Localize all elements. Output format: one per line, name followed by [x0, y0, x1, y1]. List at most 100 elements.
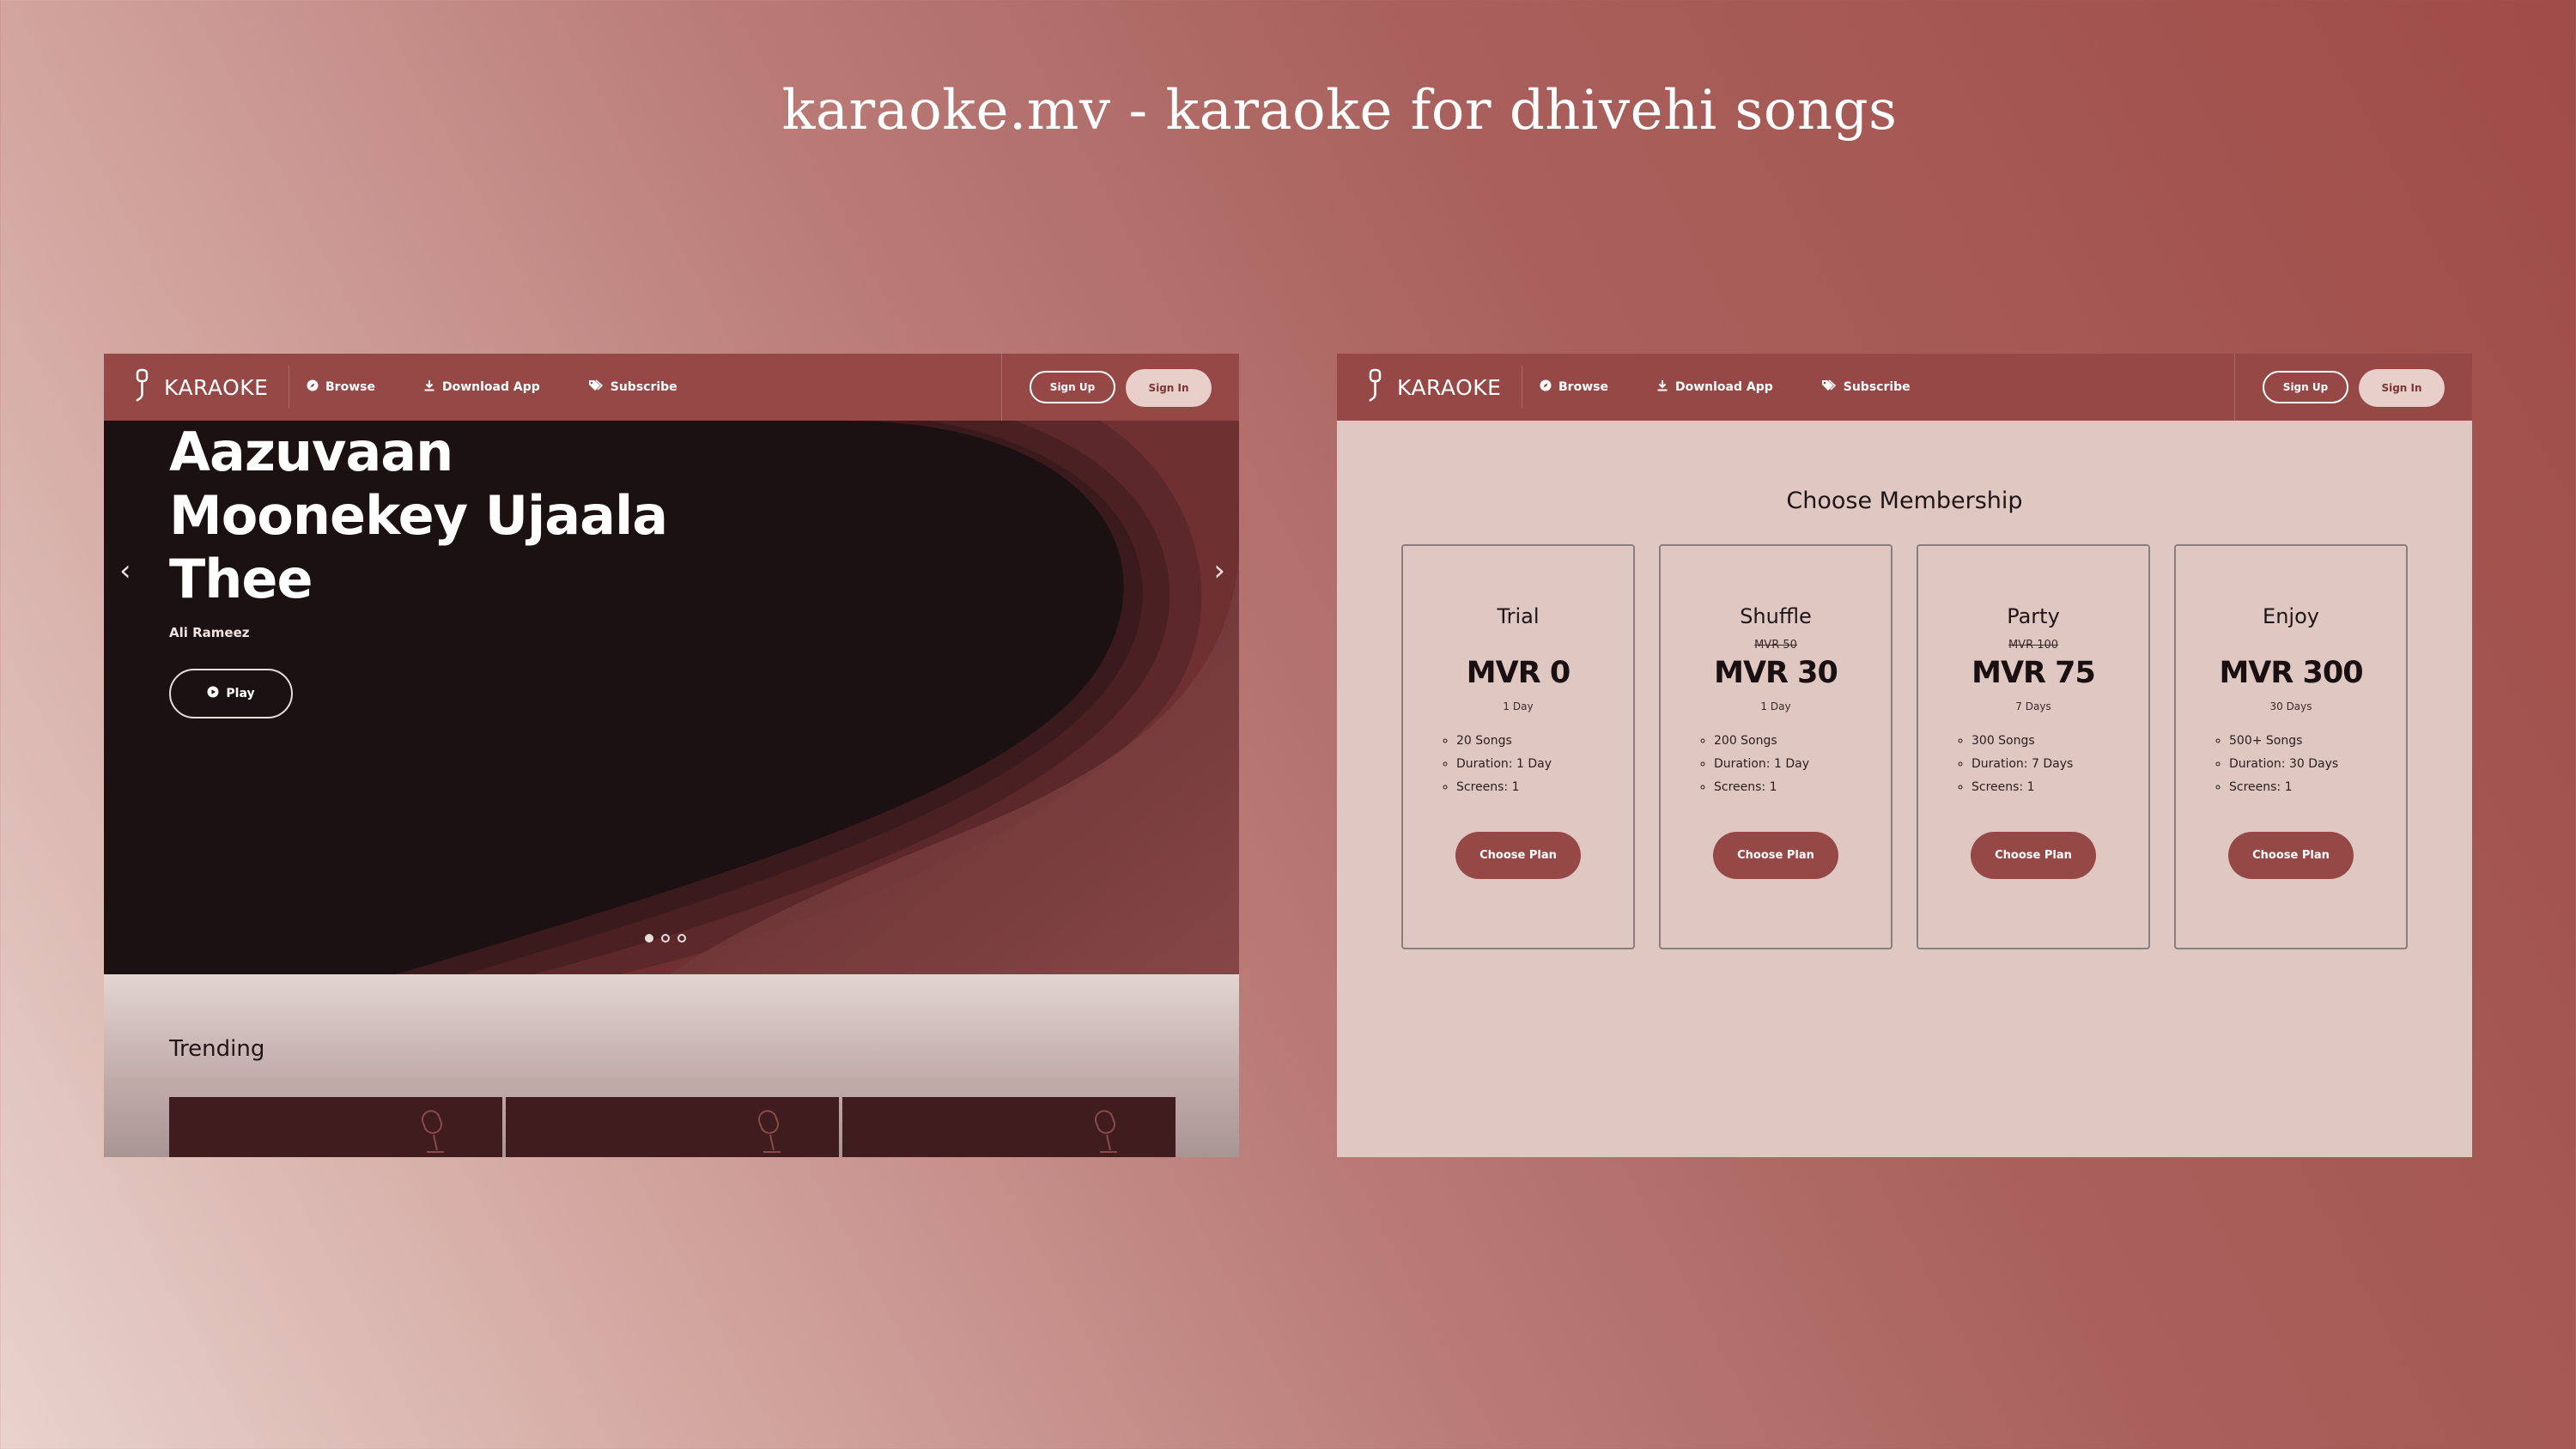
plan-duration: 1 Day [1503, 700, 1534, 712]
plan-feature: Screens: 1 [1971, 776, 2073, 799]
nav-browse-label: Browse [325, 380, 375, 394]
plan-feature: 500+ Songs [2229, 730, 2338, 753]
plan-card-enjoy: Enjoy MVR 300 30 Days 500+ Songs Duratio… [2174, 544, 2408, 949]
plan-feature: 200 Songs [1714, 730, 1809, 753]
tags-icon [588, 379, 604, 395]
nav-subscribe-label: Subscribe [610, 380, 677, 394]
nav-links: Browse Download App Subscribe [307, 354, 677, 421]
play-circle-icon [207, 686, 219, 701]
sign-in-button[interactable]: Sign In [1126, 369, 1212, 407]
song-title-line: Aazuvaan [169, 421, 453, 483]
carousel-dot[interactable] [677, 934, 686, 943]
play-button[interactable]: Play [169, 669, 293, 718]
sign-up-button[interactable]: Sign Up [2263, 371, 2348, 403]
microphone-icon [415, 1107, 449, 1157]
hero-carousel: Aazuvaan Moonekey Ujaala Thee Ali Rameez… [104, 421, 1239, 974]
plan-feature: Duration: 30 Days [2229, 753, 2338, 776]
trending-cards [169, 1097, 1176, 1157]
plan-old-price: MVR 100 [2008, 639, 2059, 652]
home-screen-panel: KARAOKE Browse Download App Subscribe Si… [104, 354, 1239, 1157]
plan-price: MVR 75 [1971, 656, 2096, 690]
sign-in-button[interactable]: Sign In [2359, 369, 2445, 407]
plan-feature: Duration: 1 Day [1714, 753, 1809, 776]
microphone-logo-icon [133, 368, 152, 407]
plan-feature: Screens: 1 [2229, 776, 2338, 799]
membership-title: Choose Membership [1786, 488, 2023, 514]
choose-plan-button[interactable]: Choose Plan [1971, 832, 2096, 879]
song-title: Aazuvaan Moonekey Ujaala Thee [169, 421, 668, 611]
carousel-dot[interactable] [661, 934, 670, 943]
trending-card[interactable] [842, 1097, 1176, 1157]
plan-price: MVR 30 [1714, 656, 1838, 690]
play-label: Play [226, 687, 255, 700]
plan-price: MVR 300 [2219, 656, 2363, 690]
nav-divider [1001, 354, 1002, 421]
nav-browse-link[interactable]: Browse [1540, 379, 1608, 395]
navbar: KARAOKE Browse Download App Subscribe Si… [1337, 354, 2472, 421]
plan-features: 20 Songs Duration: 1 Day Screens: 1 [1427, 730, 1552, 799]
choose-plan-button[interactable]: Choose Plan [1455, 832, 1581, 879]
plan-feature: 300 Songs [1971, 730, 2073, 753]
plan-card-trial: Trial MVR 0 1 Day 20 Songs Duration: 1 D… [1401, 544, 1635, 949]
choose-plan-button[interactable]: Choose Plan [1713, 832, 1838, 879]
carousel-next-button[interactable]: › [1213, 554, 1225, 588]
plan-card-party: Party MVR 100 MVR 75 7 Days 300 Songs Du… [1917, 544, 2150, 949]
plan-name: Enjoy [2263, 604, 2319, 628]
nav-download-app-link[interactable]: Download App [1656, 379, 1773, 395]
compass-icon [1540, 379, 1552, 395]
nav-download-app-label: Download App [1674, 380, 1773, 394]
trending-section: Trending [104, 974, 1239, 1157]
logo[interactable]: KARAOKE [1366, 366, 1523, 409]
choose-plan-button[interactable]: Choose Plan [2228, 832, 2354, 879]
microphone-logo-icon [1366, 368, 1385, 407]
plan-name: Shuffle [1740, 604, 1812, 628]
download-icon [423, 379, 435, 395]
nav-subscribe-label: Subscribe [1843, 380, 1911, 394]
trending-card[interactable] [506, 1097, 839, 1157]
microphone-icon [751, 1107, 786, 1157]
nav-subscribe-link[interactable]: Subscribe [1821, 379, 1911, 395]
song-title-line: Thee [169, 548, 313, 610]
download-icon [1656, 379, 1668, 395]
song-title-line: Moonekey Ujaala [169, 484, 668, 547]
trending-card[interactable] [169, 1097, 502, 1157]
nav-subscribe-link[interactable]: Subscribe [588, 379, 677, 395]
plan-feature: Screens: 1 [1714, 776, 1809, 799]
plan-name: Trial [1497, 604, 1540, 628]
plan-features: 200 Songs Duration: 1 Day Screens: 1 [1685, 730, 1809, 799]
song-artist: Ali Rameez [169, 625, 250, 640]
plan-feature: Screens: 1 [1456, 776, 1552, 799]
trending-title: Trending [169, 1036, 265, 1062]
plan-duration: 7 Days [2015, 700, 2051, 712]
plan-feature: Duration: 1 Day [1456, 753, 1552, 776]
plan-features: 300 Songs Duration: 7 Days Screens: 1 [1942, 730, 2073, 799]
carousel-prev-button[interactable]: ‹ [119, 554, 131, 588]
nav-divider [2234, 354, 2235, 421]
plan-duration: 1 Day [1760, 700, 1791, 712]
nav-download-app-link[interactable]: Download App [423, 379, 540, 395]
tags-icon [1821, 379, 1837, 395]
plan-duration: 30 Days [2269, 700, 2312, 712]
plan-card-shuffle: Shuffle MVR 50 MVR 30 1 Day 200 Songs Du… [1659, 544, 1893, 949]
plan-name: Party [2007, 604, 2060, 628]
page-headline: karaoke.mv - karaoke for dhivehi songs [781, 79, 1898, 142]
nav-browse-link[interactable]: Browse [307, 379, 375, 395]
microphone-icon [1088, 1107, 1122, 1157]
nav-download-app-label: Download App [441, 380, 540, 394]
carousel-indicators [645, 934, 686, 943]
sign-up-button[interactable]: Sign Up [1030, 371, 1115, 403]
plan-price: MVR 0 [1466, 656, 1571, 690]
logo-text: KARAOKE [1397, 374, 1502, 400]
carousel-dot-active[interactable] [645, 934, 653, 943]
logo[interactable]: KARAOKE [133, 366, 290, 409]
plan-feature: Duration: 7 Days [1971, 753, 2073, 776]
nav-browse-label: Browse [1558, 380, 1608, 394]
membership-screen-panel: KARAOKE Browse Download App Subscribe Si… [1337, 354, 2472, 1157]
compass-icon [307, 379, 319, 395]
plan-features: 500+ Songs Duration: 30 Days Screens: 1 [2200, 730, 2338, 799]
plan-feature: 20 Songs [1456, 730, 1552, 753]
nav-links: Browse Download App Subscribe [1540, 354, 1911, 421]
navbar: KARAOKE Browse Download App Subscribe Si… [104, 354, 1239, 421]
logo-text: KARAOKE [164, 374, 269, 400]
plan-old-price: MVR 50 [1754, 639, 1797, 652]
